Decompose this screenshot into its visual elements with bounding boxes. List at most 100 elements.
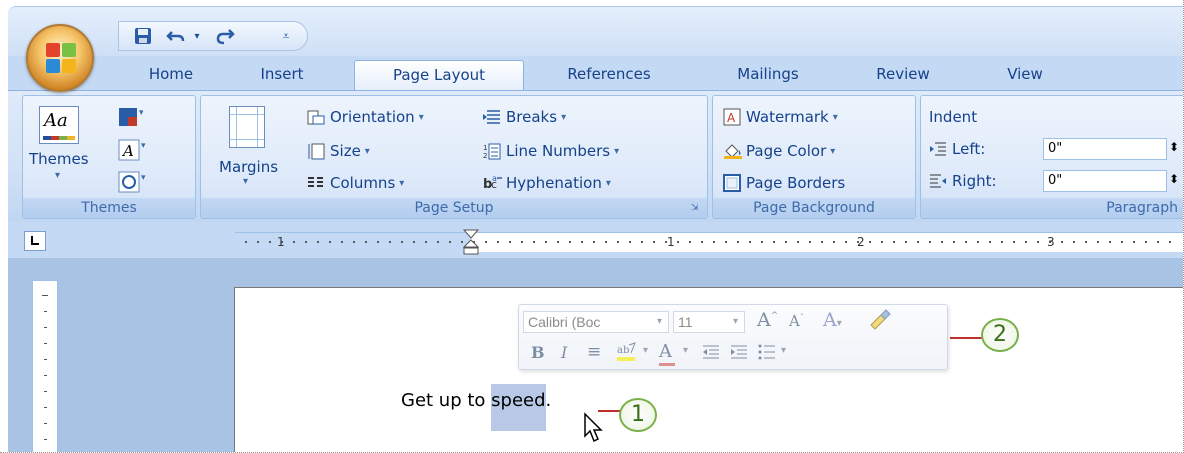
svg-text:▾: ▾ bbox=[141, 141, 146, 151]
size-label: Size bbox=[330, 142, 361, 160]
bullets-dropdown-icon[interactable]: ▾ bbox=[781, 345, 786, 356]
theme-effects-button[interactable]: ▾ bbox=[117, 170, 147, 194]
tab-stop-selector[interactable] bbox=[24, 231, 46, 251]
ruler-tick bbox=[1133, 241, 1135, 243]
breaks-button[interactable]: Breaks ▾ bbox=[483, 108, 566, 126]
ruler-tick bbox=[1169, 241, 1171, 243]
customize-qat-icon[interactable]: ⩡ bbox=[279, 25, 293, 47]
line-numbers-button[interactable]: 12 Line Numbers ▾ bbox=[483, 142, 619, 160]
theme-colors-button[interactable]: ▾ bbox=[117, 106, 144, 128]
ruler-tick bbox=[701, 241, 703, 243]
font-size-box[interactable]: 11 ▾ bbox=[673, 311, 745, 333]
ruler-tick bbox=[569, 241, 571, 243]
indent-right-input[interactable]: 0" bbox=[1043, 170, 1167, 192]
ruler-tick bbox=[1001, 241, 1003, 243]
save-icon[interactable] bbox=[131, 25, 155, 47]
redo-icon[interactable] bbox=[213, 25, 237, 47]
bold-icon[interactable]: B bbox=[531, 343, 545, 362]
decrease-indent-icon[interactable] bbox=[701, 343, 721, 366]
size-dropdown-icon: ▾ bbox=[364, 145, 370, 157]
font-color-icon[interactable]: A bbox=[659, 341, 675, 366]
themes-button[interactable]: Aa Themes ▾ bbox=[29, 104, 99, 196]
document-page[interactable]: Calibri (Boc ▾ 11 ▾ A^ Aˇ A▾ B I ≡ ab ▾ … bbox=[234, 287, 1183, 452]
font-color-dropdown-icon[interactable]: ▾ bbox=[683, 345, 688, 356]
vertical-ruler[interactable] bbox=[32, 280, 58, 452]
tab-review[interactable]: Review bbox=[858, 60, 948, 90]
indent-right-icon bbox=[929, 172, 947, 190]
undo-icon[interactable] bbox=[165, 25, 187, 47]
ruler-tick bbox=[605, 241, 607, 243]
ruler-tick bbox=[1145, 241, 1147, 243]
center-align-icon[interactable]: ≡ bbox=[587, 342, 601, 362]
theme-fonts-icon: A ▾ bbox=[118, 139, 146, 161]
orientation-dropdown-icon: ▾ bbox=[418, 111, 424, 123]
ruler-tick bbox=[593, 241, 595, 243]
format-painter-icon[interactable] bbox=[867, 309, 891, 336]
page-color-button[interactable]: Page Color ▾ bbox=[723, 142, 835, 160]
indent-left-input[interactable]: 0" bbox=[1043, 138, 1167, 160]
ruler-tick bbox=[533, 241, 535, 243]
ruler-tick bbox=[329, 241, 331, 243]
columns-label: Columns bbox=[330, 174, 396, 192]
font-name-dropdown-icon: ▾ bbox=[656, 316, 662, 327]
orientation-button[interactable]: Orientation ▾ bbox=[307, 108, 424, 126]
ruler-tick bbox=[497, 241, 499, 243]
tab-view[interactable]: View bbox=[988, 60, 1062, 90]
undo-dropdown-icon[interactable]: ▾ bbox=[191, 25, 203, 47]
ruler-tick bbox=[341, 241, 343, 243]
tab-mailings[interactable]: Mailings bbox=[716, 60, 820, 90]
increase-indent-icon[interactable] bbox=[729, 343, 749, 366]
tab-home[interactable]: Home bbox=[134, 60, 208, 90]
margins-button[interactable]: Margins ▾ bbox=[205, 102, 297, 198]
styles-icon[interactable]: A▾ bbox=[823, 309, 842, 331]
size-button[interactable]: Size ▾ bbox=[307, 142, 370, 160]
tab-references[interactable]: References bbox=[546, 60, 672, 90]
ruler-tick bbox=[581, 241, 583, 243]
grow-font-icon[interactable]: A^ bbox=[757, 309, 778, 331]
columns-button[interactable]: Columns ▾ bbox=[307, 174, 404, 192]
watermark-dropdown-icon: ▾ bbox=[832, 111, 838, 123]
page-borders-button[interactable]: Page Borders bbox=[723, 174, 845, 192]
ruler-tick bbox=[929, 241, 931, 243]
theme-fonts-button[interactable]: A ▾ bbox=[117, 138, 147, 162]
indent-right-label-wrap: Right: bbox=[929, 172, 997, 190]
columns-icon bbox=[307, 174, 325, 192]
highlight-icon[interactable]: ab bbox=[615, 341, 641, 370]
watermark-button[interactable]: A Watermark ▾ bbox=[723, 108, 838, 126]
ruler-tick bbox=[989, 241, 991, 243]
page-borders-label: Page Borders bbox=[746, 174, 846, 192]
hyphenation-button[interactable]: bca Hyphenation ▾ bbox=[483, 174, 611, 192]
orientation-label: Orientation bbox=[330, 108, 415, 126]
indent-left-spin-icon[interactable]: ⬍ bbox=[1169, 140, 1179, 154]
selected-text[interactable]: speed bbox=[491, 384, 546, 431]
ruler-tick bbox=[1073, 241, 1075, 243]
vertical-ruler-tick bbox=[44, 407, 47, 408]
vertical-ruler-tick bbox=[44, 327, 47, 328]
document-text[interactable]: Get up to speed. bbox=[401, 384, 551, 431]
quick-access-toolbar: ▾ ⩡ bbox=[118, 21, 308, 51]
themes-label: Themes bbox=[29, 150, 89, 168]
font-name-box[interactable]: Calibri (Boc ▾ bbox=[523, 311, 669, 333]
tab-insert[interactable]: Insert bbox=[244, 60, 320, 90]
ruler-tick bbox=[905, 241, 907, 243]
page-setup-dialog-launcher-icon[interactable]: ⇲ bbox=[691, 203, 703, 215]
columns-dropdown-icon: ▾ bbox=[399, 177, 405, 189]
indent-right-spin-icon[interactable]: ⬍ bbox=[1169, 172, 1179, 186]
office-button[interactable] bbox=[26, 24, 94, 92]
ruler-tick bbox=[449, 241, 451, 243]
shrink-font-icon[interactable]: Aˇ bbox=[789, 312, 804, 330]
group-page-background: A Watermark ▾ Page Color ▾ Page Borders Pa… bbox=[712, 95, 916, 219]
ruler-tick bbox=[629, 241, 631, 243]
ruler-tick bbox=[245, 241, 247, 243]
horizontal-ruler[interactable]: 1 1 2 3 bbox=[235, 229, 1183, 255]
bullets-icon[interactable] bbox=[757, 343, 777, 366]
highlight-dropdown-icon[interactable]: ▾ bbox=[643, 345, 648, 356]
ruler-tick bbox=[1097, 241, 1099, 243]
ruler-tick bbox=[941, 241, 943, 243]
svg-text:1: 1 bbox=[483, 144, 487, 152]
group-label-themes: Themes bbox=[23, 198, 195, 218]
italic-icon[interactable]: I bbox=[561, 343, 567, 362]
text-before-selection: Get up to bbox=[401, 390, 492, 411]
indent-marker[interactable] bbox=[462, 229, 480, 257]
tab-page-layout[interactable]: Page Layout bbox=[354, 60, 524, 90]
